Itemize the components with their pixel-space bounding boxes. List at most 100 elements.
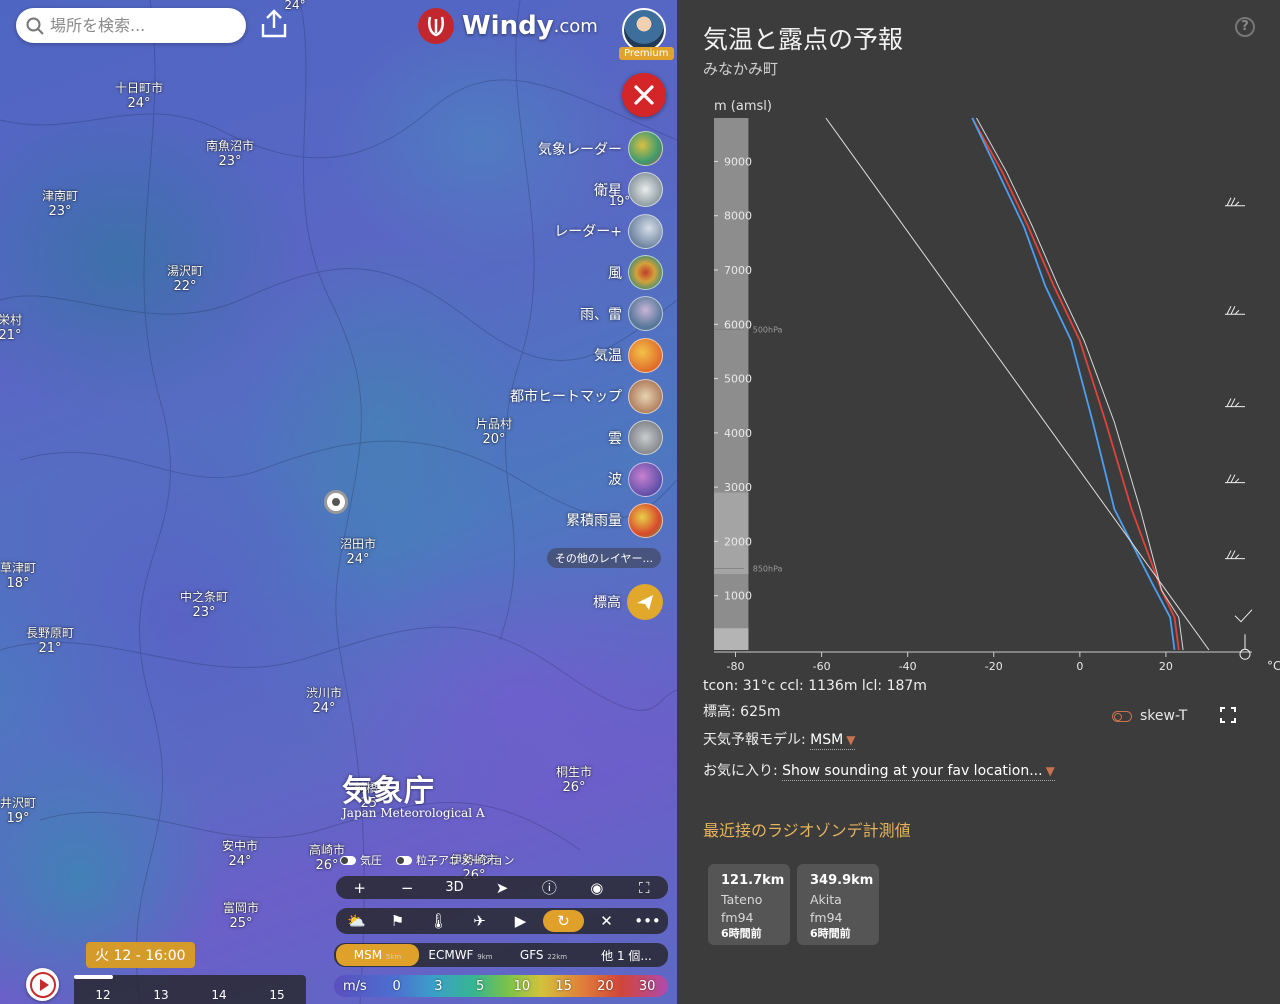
timeline-day[interactable]: 14 <box>190 988 248 1004</box>
wind-barb <box>1225 550 1245 560</box>
layer-radar[interactable]: 気象レーダー <box>463 128 663 169</box>
camera-icon[interactable]: ▶ <box>500 912 541 930</box>
timeline-progress <box>74 975 114 979</box>
y-tick-label: 9000 <box>724 155 752 168</box>
pressure-toggle[interactable]: 気圧 <box>340 852 382 868</box>
locate-icon[interactable]: ➤ <box>478 879 525 897</box>
timeline-day[interactable]: 15 <box>248 988 306 1004</box>
layer-elevation[interactable]: 標高 <box>463 575 663 629</box>
station-card-akita[interactable]: 349.9km Akita fm94 6時間前 <box>797 864 879 945</box>
premium-badge: Premium <box>619 47 674 60</box>
temp-thumb-icon <box>628 337 663 373</box>
flag-icon[interactable]: ⚑ <box>377 912 418 930</box>
model-selector: MSM 5km ECMWF 9km GFS 22km 他 1 個... <box>334 943 668 967</box>
3d-button[interactable]: 3D <box>431 880 478 895</box>
layer-urban-heatmap[interactable]: 都市ヒートマップ <box>463 376 663 417</box>
wind-calm-marker <box>1239 648 1251 660</box>
search-box[interactable] <box>16 8 246 43</box>
thermometer-icon[interactable]: 🌡 <box>418 912 459 930</box>
expand-icon[interactable] <box>1220 707 1236 723</box>
timeline-day[interactable]: 13 <box>132 988 190 1004</box>
radar-plus-thumb-icon <box>628 213 663 249</box>
satellite-thumb-icon <box>628 172 663 208</box>
cross-icon[interactable]: ✕ <box>586 912 627 930</box>
layer-accumulated-rain[interactable]: 累積雨量 <box>463 500 663 541</box>
parcel-line <box>825 117 1210 651</box>
sounding-chart: m (amsl) 1000 2000 3000 4000 5000 6000 7000 8000… <box>714 99 1280 673</box>
skew-t-toggle[interactable]: skew-T <box>1112 708 1187 724</box>
city-label: 富岡市 25° <box>222 901 260 931</box>
search-icon <box>26 17 44 35</box>
wind-barb <box>1234 609 1253 623</box>
model-more[interactable]: 他 1 個... <box>585 947 668 964</box>
model-row: 天気予報モデル: MSM ▼ <box>703 729 856 750</box>
weather-icon[interactable]: ⛅ <box>336 912 377 930</box>
windy-logo[interactable]: Windy .com <box>418 8 598 44</box>
y-axis-label: m (amsl) <box>714 99 772 114</box>
city-label: 津南町 23° <box>41 189 79 219</box>
model-label: 天気予報モデル: <box>703 732 806 748</box>
city-label: 草津町 18° <box>0 561 37 591</box>
model-gfs[interactable]: GFS 22km <box>502 948 585 962</box>
particles-toggle[interactable]: 粒子アニメーション <box>396 852 515 868</box>
timeline[interactable]: 12 13 14 15 <box>74 975 306 1004</box>
y-tick-label: 8000 <box>724 210 752 223</box>
panel-title: 気温と露点の予報 <box>703 25 904 54</box>
layer-clouds[interactable]: 雲 <box>463 417 663 458</box>
model-msm[interactable]: MSM 5km <box>336 944 419 966</box>
layer-waves[interactable]: 波 <box>463 458 663 499</box>
layer-wind[interactable]: 風 <box>463 252 663 293</box>
info-icon[interactable]: ⓘ <box>526 877 573 898</box>
zoom-out-button[interactable]: − <box>383 879 430 897</box>
altitude-band <box>714 492 749 574</box>
waves-thumb-icon <box>628 461 663 497</box>
layer-more[interactable]: その他のレイヤー... <box>463 541 663 575</box>
layer-satellite[interactable]: 衛星 <box>463 169 663 210</box>
city-label: 湯沢町 22° <box>166 264 204 294</box>
station-card-tateno[interactable]: 121.7km Tateno fm94 6時間前 <box>708 864 790 945</box>
y-tick-label: 2000 <box>724 535 752 548</box>
altitude-band <box>714 628 749 650</box>
city-label: 南魚沼市 23° <box>205 139 255 169</box>
wind-barb <box>1225 474 1245 484</box>
layer-rain-thunder[interactable]: 雨、雷 <box>463 293 663 334</box>
logo-suffix: .com <box>553 15 598 37</box>
tcon-info: tcon: 31°c ccl: 1136m lcl: 187m <box>703 678 927 694</box>
airplane-icon <box>627 583 663 620</box>
close-button[interactable] <box>622 73 666 117</box>
model-ecmwf[interactable]: ECMWF 9km <box>419 948 502 962</box>
y-tick-label: 7000 <box>724 264 752 277</box>
city-label: 沼田市 24° <box>339 537 377 567</box>
city-label: 長野原町 21° <box>25 626 75 656</box>
wind-barb <box>1225 306 1245 315</box>
pin-icon[interactable]: ◉ <box>573 879 620 897</box>
more-icon[interactable]: ••• <box>627 912 668 930</box>
x-tick-label: -60 <box>813 660 831 673</box>
wind-thumb-icon <box>628 255 663 291</box>
city-label: 中之条町 23° <box>179 590 229 620</box>
rain-thumb-icon <box>628 296 663 332</box>
time-tag[interactable]: 火 12 - 16:00 <box>86 942 195 968</box>
user-avatar[interactable] <box>622 8 666 52</box>
city-label: 十日町市 24° <box>114 81 164 111</box>
layer-radar-plus[interactable]: レーダー+ <box>463 211 663 252</box>
temperature-line <box>971 117 1180 651</box>
help-icon[interactable]: ? <box>1235 17 1255 37</box>
sounding-icon[interactable]: ↻ <box>543 910 584 932</box>
location-marker[interactable] <box>324 490 348 514</box>
fav-dropdown[interactable]: Show sounding at your fav location... ▼ <box>782 763 1055 781</box>
map-toggles: 気圧 粒子アニメーション <box>340 852 515 868</box>
fullscreen-icon[interactable]: ⛶ <box>621 879 668 897</box>
layer-menu: 気象レーダー 衛星 レーダー+ 風 雨、雷 気温 都市ヒートマップ 雲 波 累積… <box>463 128 663 629</box>
play-icon <box>29 971 56 998</box>
play-button[interactable] <box>26 968 59 1001</box>
timeline-day[interactable]: 12 <box>74 988 132 1004</box>
model-dropdown[interactable]: MSM ▼ <box>810 732 856 750</box>
x-tick-label: -20 <box>985 660 1003 673</box>
layer-temperature[interactable]: 気温 <box>463 334 663 375</box>
airport-icon[interactable]: ✈ <box>459 912 500 930</box>
weather-map[interactable]: 十日町市 24° 南魚沼市 23° 津南町 23° 湯沢町 22° 栄村 21° 片品村 2… <box>0 0 677 1004</box>
search-input[interactable] <box>50 16 230 35</box>
zoom-in-button[interactable]: + <box>336 879 383 897</box>
x-tick-label: 0 <box>1076 660 1083 673</box>
